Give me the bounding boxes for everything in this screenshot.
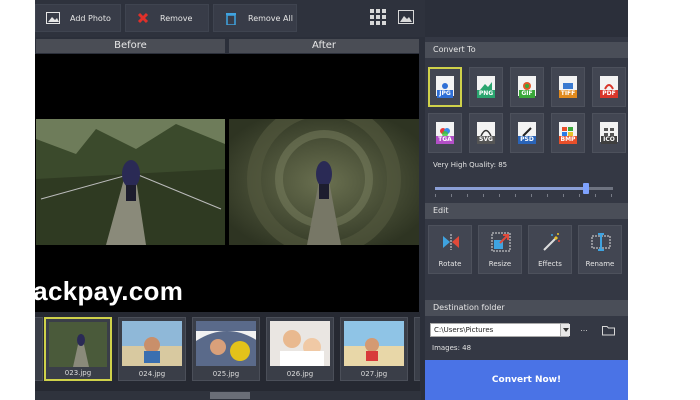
thumbnail-image <box>270 321 330 366</box>
thumbnail-label: 025.jpg <box>212 370 240 378</box>
thumbnail-026[interactable]: 026.jpg <box>266 317 334 381</box>
effects-button[interactable]: Effects <box>528 225 572 274</box>
quality-slider-handle[interactable] <box>583 183 590 194</box>
convert-now-button[interactable]: Convert Now! <box>425 360 628 400</box>
thumbnail-024[interactable]: 024.jpg <box>118 317 186 381</box>
remove-label: Remove <box>160 13 193 23</box>
thumbnail-partial[interactable] <box>35 317 43 381</box>
image-icon <box>46 12 60 24</box>
add-photo-button[interactable]: Add Photo <box>35 4 121 32</box>
format-label: ICO <box>601 136 617 144</box>
folder-open-icon[interactable] <box>598 321 620 339</box>
format-ico-button[interactable]: ICO <box>592 113 626 153</box>
scrollbar-thumb[interactable] <box>210 392 250 399</box>
thumbnail-027[interactable]: 027.jpg <box>340 317 408 381</box>
remove-all-button[interactable]: Remove All <box>213 4 297 32</box>
rename-button[interactable]: Rename <box>578 225 622 274</box>
format-pdf-button[interactable]: PDF <box>592 67 626 107</box>
format-svg-button[interactable]: SVG <box>469 113 503 153</box>
format-psd-button[interactable]: PSD <box>510 113 544 153</box>
remove-button[interactable]: Remove <box>125 4 209 32</box>
destination-header: Destination folder <box>425 300 628 316</box>
thumbnail-label: 024.jpg <box>138 370 166 378</box>
format-label: PDF <box>600 90 618 98</box>
convert-to-header: Convert To <box>425 42 628 58</box>
format-label: GIF <box>519 90 535 98</box>
thumbnail-023[interactable]: 023.jpg <box>44 317 112 381</box>
add-photo-label: Add Photo <box>70 13 111 23</box>
format-label: PSD <box>518 136 536 144</box>
browse-dots-button[interactable]: ... <box>575 323 593 337</box>
format-bmp-button[interactable]: BMP <box>551 113 585 153</box>
red-x-icon <box>136 12 150 24</box>
chevron-down-icon[interactable] <box>560 324 570 336</box>
edit-header: Edit <box>425 203 628 219</box>
format-label: SVG <box>477 136 495 144</box>
before-photo <box>36 119 225 245</box>
rotate-label: Rotate <box>438 260 462 268</box>
app-window: Add Photo Remove Remove All Before After <box>35 0 628 400</box>
resize-button[interactable]: Resize <box>478 225 522 274</box>
effects-label: Effects <box>538 260 562 268</box>
format-label: BMP <box>558 136 578 144</box>
thumbnail-image <box>49 322 107 367</box>
format-png-button[interactable]: PNG <box>469 67 503 107</box>
magic-wand-icon <box>541 232 561 252</box>
after-header: After <box>229 39 419 53</box>
rotate-icon <box>441 232 461 252</box>
thumbnail-strip: 023.jpg 024.jpg 025.jpg 026.jpg 027.jpg <box>35 312 482 392</box>
single-view-icon[interactable] <box>395 6 417 28</box>
rename-icon <box>591 232 611 252</box>
thumbnail-image <box>344 321 404 366</box>
quality-slider-fill <box>435 187 587 190</box>
trash-icon <box>224 12 238 25</box>
format-gif-button[interactable]: GIF <box>510 67 544 107</box>
thumbnail-label: 027.jpg <box>360 370 388 378</box>
horizontal-scrollbar[interactable] <box>35 391 421 400</box>
resize-label: Resize <box>488 260 512 268</box>
quality-label: Very High Quality: 85 <box>433 161 508 169</box>
rotate-button[interactable]: Rotate <box>428 225 472 274</box>
watermark-text: crackpay.com <box>8 276 184 306</box>
format-label: TIFF <box>558 90 578 98</box>
format-tiff-button[interactable]: TIFF <box>551 67 585 107</box>
images-count: Images: 48 <box>432 344 472 352</box>
format-tga-button[interactable]: TGA <box>428 113 462 153</box>
thumbnail-image <box>122 321 182 366</box>
remove-all-label: Remove All <box>248 13 293 23</box>
format-label: TGA <box>436 136 454 144</box>
resize-icon <box>491 232 511 252</box>
destination-path-input[interactable]: C:\Users\Pictures <box>430 323 569 337</box>
grid-view-icon[interactable] <box>367 6 389 28</box>
format-jpg-button[interactable]: JPG <box>428 67 462 107</box>
thumbnail-025[interactable]: 025.jpg <box>192 317 260 381</box>
thumbnail-image <box>196 321 256 366</box>
format-label: JPG <box>437 90 453 98</box>
rename-label: Rename <box>585 260 615 268</box>
format-label: PNG <box>476 90 496 98</box>
quality-slider[interactable] <box>435 183 613 194</box>
slider-ticks <box>435 194 613 197</box>
right-panel: Convert To JPG PNG GIF TIFF PDF TGA SVG … <box>425 37 628 400</box>
thumbnail-label: 023.jpg <box>64 369 92 377</box>
thumbnail-label: 026.jpg <box>286 370 314 378</box>
after-photo <box>229 119 419 245</box>
before-header: Before <box>36 39 225 53</box>
toolbar: Add Photo Remove Remove All <box>35 0 425 37</box>
